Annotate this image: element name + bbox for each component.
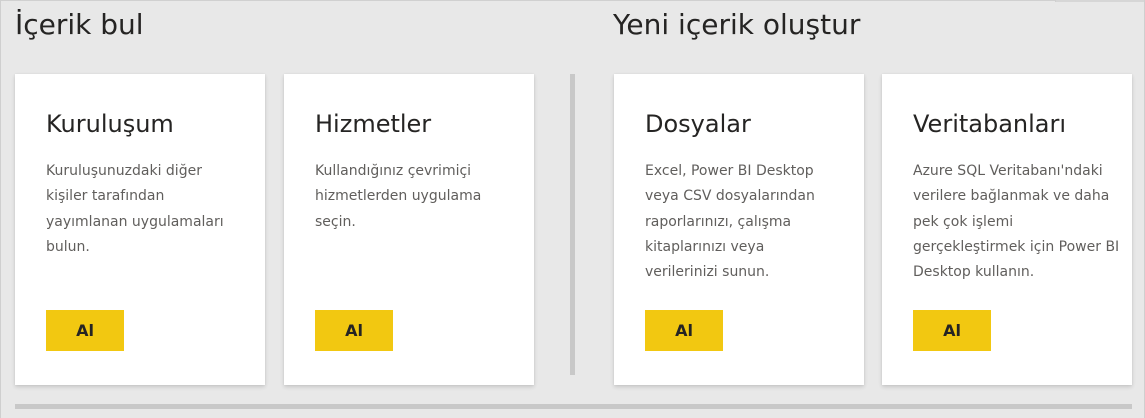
get-my-organization-button[interactable]: Al bbox=[46, 310, 124, 351]
card-description: Excel, Power BI Desktop veya CSV dosyala… bbox=[645, 163, 815, 281]
bottom-divider bbox=[15, 404, 1132, 409]
section-divider bbox=[570, 74, 575, 375]
card-my-organization: Kuruluşum Kuruluşunuzdaki diğer kişiler … bbox=[15, 74, 265, 385]
get-databases-button[interactable]: Al bbox=[913, 310, 991, 351]
card-title: Veritabanları bbox=[913, 110, 1067, 138]
top-border bbox=[0, 0, 1145, 1]
top-right-edge bbox=[1055, 0, 1145, 2]
card-databases: Veritabanları Azure SQL Veritabanı'ndaki… bbox=[882, 74, 1132, 385]
find-content-heading: İçerik bul bbox=[15, 8, 144, 41]
card-description: Kuruluşunuzdaki diğer kişiler tarafından… bbox=[46, 163, 224, 255]
get-data-page: İçerik bul Yeni içerik oluştur Kuruluşum… bbox=[0, 0, 1145, 418]
card-files: Dosyalar Excel, Power BI Desktop veya CS… bbox=[614, 74, 864, 385]
card-title: Dosyalar bbox=[645, 110, 751, 138]
left-border bbox=[0, 0, 1, 418]
card-services: Hizmetler Kullandığınız çevrimiçi hizmet… bbox=[284, 74, 534, 385]
get-files-button[interactable]: Al bbox=[645, 310, 723, 351]
card-description: Azure SQL Veritabanı'ndaki verilere bağl… bbox=[913, 163, 1120, 281]
card-title: Kuruluşum bbox=[46, 110, 174, 138]
card-title: Hizmetler bbox=[315, 110, 432, 138]
get-services-button[interactable]: Al bbox=[315, 310, 393, 351]
card-description: Kullandığınız çevrimiçi hizmetlerden uyg… bbox=[315, 163, 482, 230]
create-content-heading: Yeni içerik oluştur bbox=[613, 8, 861, 41]
